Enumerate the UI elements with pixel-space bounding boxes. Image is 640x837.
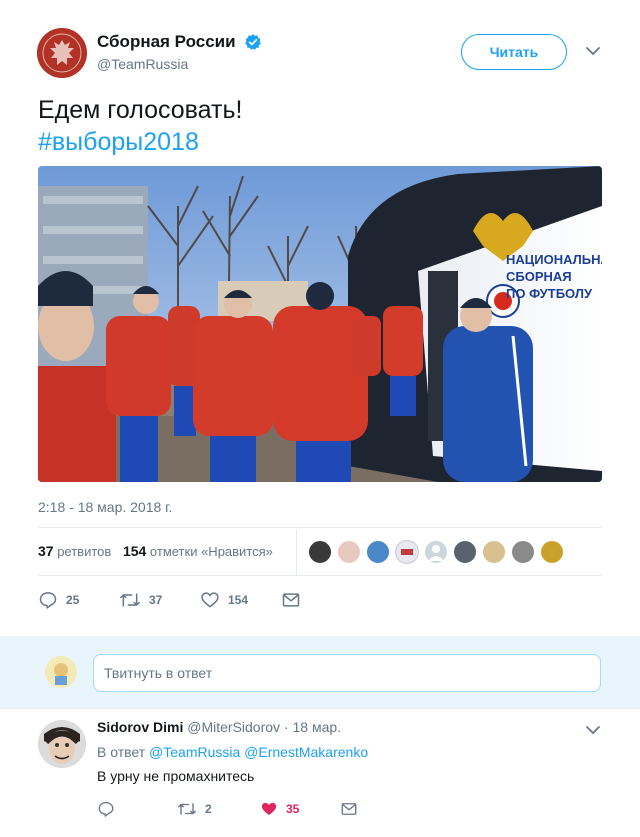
likes-count[interactable]: 154 xyxy=(123,543,146,559)
reply-retweet-count: 2 xyxy=(205,802,212,816)
engagement-stats: 37 ретвитов 154 отметки «Нравится» xyxy=(38,543,273,559)
likes-label[interactable]: отметки «Нравится» xyxy=(150,544,273,559)
default-avatar-icon[interactable] xyxy=(424,540,448,564)
reply-author-handle[interactable]: @MiterSidorov xyxy=(187,719,280,735)
mention-link[interactable]: @TeamRussia xyxy=(149,744,240,760)
liker-avatar[interactable] xyxy=(453,540,477,564)
heart-filled-icon xyxy=(261,802,277,815)
envelope-icon xyxy=(341,803,357,815)
main-tweet: Сборная России @TeamRussia Читать Едем г… xyxy=(0,0,640,636)
reply-text: В урну не промахнитесь xyxy=(97,768,255,784)
reply-date[interactable]: · 18 мар. xyxy=(284,719,341,735)
direct-message-action[interactable] xyxy=(281,590,301,610)
follow-button[interactable]: Читать xyxy=(461,34,567,70)
retweets-count[interactable]: 37 xyxy=(38,543,54,559)
retweets-label[interactable]: ретвитов xyxy=(57,544,111,559)
retweet-action[interactable]: 2 xyxy=(177,799,212,819)
envelope-icon xyxy=(282,593,300,607)
liker-avatar[interactable] xyxy=(540,540,564,564)
liker-avatar[interactable] xyxy=(308,540,332,564)
liker-avatar[interactable] xyxy=(337,540,361,564)
direct-message-action[interactable] xyxy=(340,799,358,819)
tweet-text: Едем голосовать! #выборы2018 xyxy=(38,94,242,158)
stats-divider xyxy=(296,530,297,576)
reply-author-avatar[interactable] xyxy=(38,720,86,768)
tweet-timestamp[interactable]: 2:18 - 18 мар. 2018 г. xyxy=(38,499,172,515)
reply-actions: 2 35 xyxy=(97,799,597,817)
reply-author-name[interactable]: Sidorov Dimi xyxy=(97,719,183,735)
reply-header: Sidorov Dimi @MiterSidorov · 18 мар. xyxy=(97,719,341,735)
heart-icon xyxy=(201,592,219,608)
reply-input[interactable]: Твитнуть в ответ xyxy=(93,654,601,692)
retweet-icon xyxy=(178,803,196,815)
liker-avatar[interactable] xyxy=(395,540,419,564)
liker-avatar[interactable] xyxy=(482,540,506,564)
team-bus-photo: НАЦИОНАЛЬНАЯ СБОРНАЯ ПО ФУТБОЛУ xyxy=(38,166,602,482)
reply-count: 25 xyxy=(66,593,80,607)
chevron-down-icon[interactable] xyxy=(585,724,601,736)
replying-to: В ответ @TeamRussia @ErnestMakarenko xyxy=(97,744,368,760)
retweet-icon xyxy=(120,593,140,607)
current-user-avatar xyxy=(45,656,77,688)
like-action[interactable]: 35 xyxy=(260,799,299,819)
tweet-photo[interactable]: НАЦИОНАЛЬНАЯ СБОРНАЯ ПО ФУТБОЛУ xyxy=(38,166,602,482)
like-count: 154 xyxy=(228,593,249,607)
chevron-down-icon[interactable] xyxy=(585,45,601,57)
hashtag-link[interactable]: #выборы2018 xyxy=(38,126,242,158)
svg-text:СБОРНАЯ: СБОРНАЯ xyxy=(506,269,572,284)
author-handle[interactable]: @TeamRussia xyxy=(97,56,262,72)
like-action[interactable]: 154 xyxy=(200,590,248,610)
tweet-actions: 25 37 154 xyxy=(38,590,638,610)
liker-avatar[interactable] xyxy=(366,540,390,564)
divider xyxy=(38,527,602,528)
mention-link[interactable]: @ErnestMakarenko xyxy=(244,744,368,760)
reply-like-count: 35 xyxy=(286,802,300,816)
author-block: Сборная России @TeamRussia xyxy=(97,32,262,72)
reply-icon xyxy=(98,801,114,817)
retweet-action[interactable]: 37 xyxy=(119,590,162,610)
reply-icon xyxy=(39,592,57,609)
divider xyxy=(38,575,602,576)
tweet-text-line: Едем голосовать! xyxy=(38,96,243,124)
liker-avatar[interactable] xyxy=(511,540,535,564)
svg-text:ПО ФУТБОЛУ: ПО ФУТБОЛУ xyxy=(506,286,593,301)
reply-action[interactable] xyxy=(97,799,115,819)
reply-action[interactable]: 25 xyxy=(38,590,79,610)
team-russia-avatar[interactable] xyxy=(37,28,87,78)
author-name[interactable]: Сборная России xyxy=(97,32,236,52)
retweet-count: 37 xyxy=(149,593,163,607)
replying-prefix: В ответ xyxy=(97,744,146,760)
verified-badge-icon xyxy=(245,34,261,50)
svg-text:НАЦИОНАЛЬНАЯ: НАЦИОНАЛЬНАЯ xyxy=(506,252,602,267)
